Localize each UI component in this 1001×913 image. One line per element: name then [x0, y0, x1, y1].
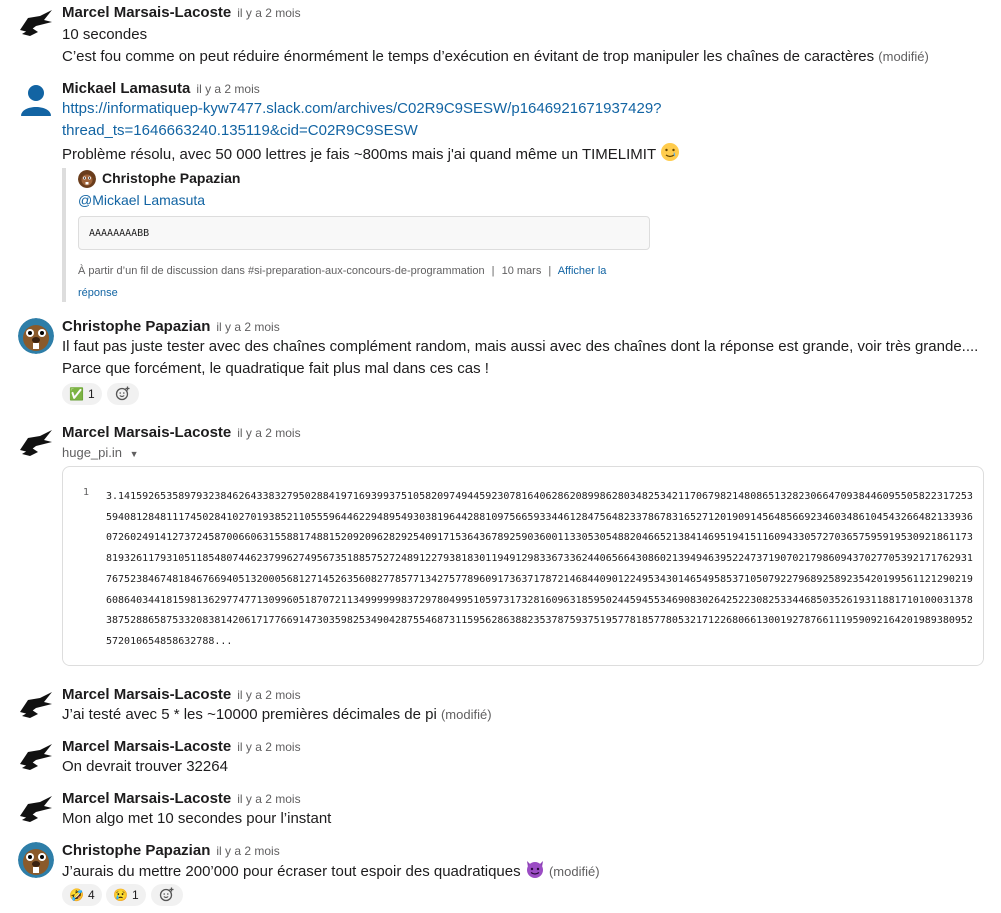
message-text: 10 secondes [62, 26, 148, 43]
timestamp[interactable]: il y a 2 mois [237, 688, 300, 702]
avatar[interactable] [18, 686, 54, 722]
user-mention[interactable]: @Mickael Lamasuta [78, 192, 205, 208]
smiling-tear-emoji-icon [660, 142, 680, 169]
smiling-imp-emoji-icon [525, 859, 545, 886]
reaction-count: 4 [87, 888, 95, 902]
author-name[interactable]: Marcel Marsais-Lacoste [62, 790, 231, 807]
file-content: 3.14159265358979323846264338327950288419… [106, 491, 973, 647]
avatar[interactable] [18, 80, 54, 116]
timestamp[interactable]: il y a 2 mois [237, 792, 300, 806]
crying-face-emoji-icon: 😢 [113, 888, 128, 902]
message-text: Problème résolu, avec 50 000 lettres je … [62, 142, 680, 169]
edited-label: (modifié) [440, 707, 492, 722]
quote-footer: À partir d’un fil de discussion dans #si… [78, 260, 658, 304]
add-reaction-button[interactable] [107, 383, 139, 405]
message-text: J’ai testé avec 5 * les ~10000 premières… [62, 704, 492, 726]
author-name[interactable]: Christophe Papazian [62, 842, 210, 859]
avatar[interactable] [18, 424, 54, 460]
message-header: Marcel Marsais-Lacoste il y a 2 mois [62, 790, 301, 808]
fade-overlay [63, 643, 983, 665]
avatar[interactable] [18, 790, 54, 826]
view-reply-link[interactable]: Afficher la [558, 265, 607, 277]
message-link[interactable]: https://informatiquep-kyw7477.slack.com/… [62, 100, 662, 117]
message-header: Marcel Marsais-Lacoste il y a 2 mois [62, 4, 301, 22]
file-name-toggle[interactable]: huge_pi.in ▼ [62, 442, 139, 465]
quote-separator: | [548, 265, 552, 277]
message-text: Parce que forcément, le quadratique fait… [62, 360, 489, 377]
quote-author[interactable]: Christophe Papazian [102, 170, 240, 186]
author-name[interactable]: Marcel Marsais-Lacoste [62, 424, 231, 441]
timestamp[interactable]: il y a 2 mois [237, 426, 300, 440]
message-header: Marcel Marsais-Lacoste il y a 2 mois [62, 738, 301, 756]
reaction-count: 1 [87, 387, 95, 401]
avatar[interactable] [18, 4, 54, 40]
author-name[interactable]: Marcel Marsais-Lacoste [62, 686, 231, 703]
view-reply-link-continued[interactable]: réponse [78, 287, 118, 299]
author-name[interactable]: Mickael Lamasuta [62, 80, 190, 97]
avatar[interactable] [18, 842, 54, 878]
timestamp[interactable]: il y a 2 mois [216, 320, 279, 334]
edited-label: (modifié) [878, 49, 929, 64]
message-text: Mon algo met 10 secondes pour l’instant [62, 810, 332, 827]
reaction-check[interactable]: ✅ 1 [62, 383, 102, 405]
message-link-continued[interactable]: thread_ts=1646663240.135119&cid=C02R9C9S… [62, 122, 418, 139]
message-header: Christophe Papazian il y a 2 mois [62, 318, 280, 336]
add-emoji-icon [159, 886, 175, 905]
avatar[interactable] [78, 170, 96, 188]
message-text: On devrait trouver 32264 [62, 758, 228, 775]
timestamp[interactable]: il y a 2 mois [237, 740, 300, 754]
reaction-rofl[interactable]: 🤣 4 [62, 884, 102, 906]
avatar[interactable] [18, 318, 54, 354]
quote-source: À partir d’un fil de discussion dans #si… [78, 265, 485, 277]
message-header: Christophe Papazian il y a 2 mois [62, 842, 280, 860]
quote-separator: | [491, 265, 495, 277]
code-snippet: AAAAAAAABB [78, 216, 650, 250]
message-text: C’est fou comme on peut réduire énorméme… [62, 46, 929, 68]
file-preview[interactable]: 1 3.141592653589793238462643383279502884… [62, 466, 984, 666]
avatar[interactable] [18, 738, 54, 774]
quote-date[interactable]: 10 mars [502, 265, 542, 277]
message-text-span: Problème résolu, avec 50 000 lettres je … [62, 146, 656, 163]
message-header: Marcel Marsais-Lacoste il y a 2 mois [62, 424, 301, 442]
line-number: 1 [83, 487, 90, 498]
check-mark-emoji-icon: ✅ [69, 387, 84, 401]
caret-down-icon: ▼ [129, 449, 139, 459]
message-text-span: J’ai testé avec 5 * les ~10000 premières… [62, 706, 437, 723]
message-header: Marcel Marsais-Lacoste il y a 2 mois [62, 686, 301, 704]
message-text-span: C’est fou comme on peut réduire énorméme… [62, 48, 875, 65]
message-text: J’aurais du mettre 200’000 pour écraser … [62, 859, 600, 886]
author-name[interactable]: Christophe Papazian [62, 318, 210, 335]
message-header: Mickael Lamasuta il y a 2 mois [62, 80, 260, 98]
add-reaction-button[interactable] [151, 884, 183, 906]
timestamp[interactable]: il y a 2 mois [196, 82, 259, 96]
author-name[interactable]: Marcel Marsais-Lacoste [62, 738, 231, 755]
reaction-count: 1 [131, 888, 139, 902]
timestamp[interactable]: il y a 2 mois [216, 844, 279, 858]
reaction-cry[interactable]: 😢 1 [106, 884, 146, 906]
author-name[interactable]: Marcel Marsais-Lacoste [62, 4, 231, 21]
message-text: Il faut pas juste tester avec des chaîne… [62, 338, 979, 355]
timestamp[interactable]: il y a 2 mois [237, 6, 300, 20]
edited-label: (modifié) [548, 864, 600, 879]
add-emoji-icon [115, 385, 131, 404]
rolling-laughing-emoji-icon: 🤣 [69, 888, 84, 902]
file-name[interactable]: huge_pi.in [62, 445, 122, 460]
message-text-span: J’aurais du mettre 200’000 pour écraser … [62, 863, 521, 880]
